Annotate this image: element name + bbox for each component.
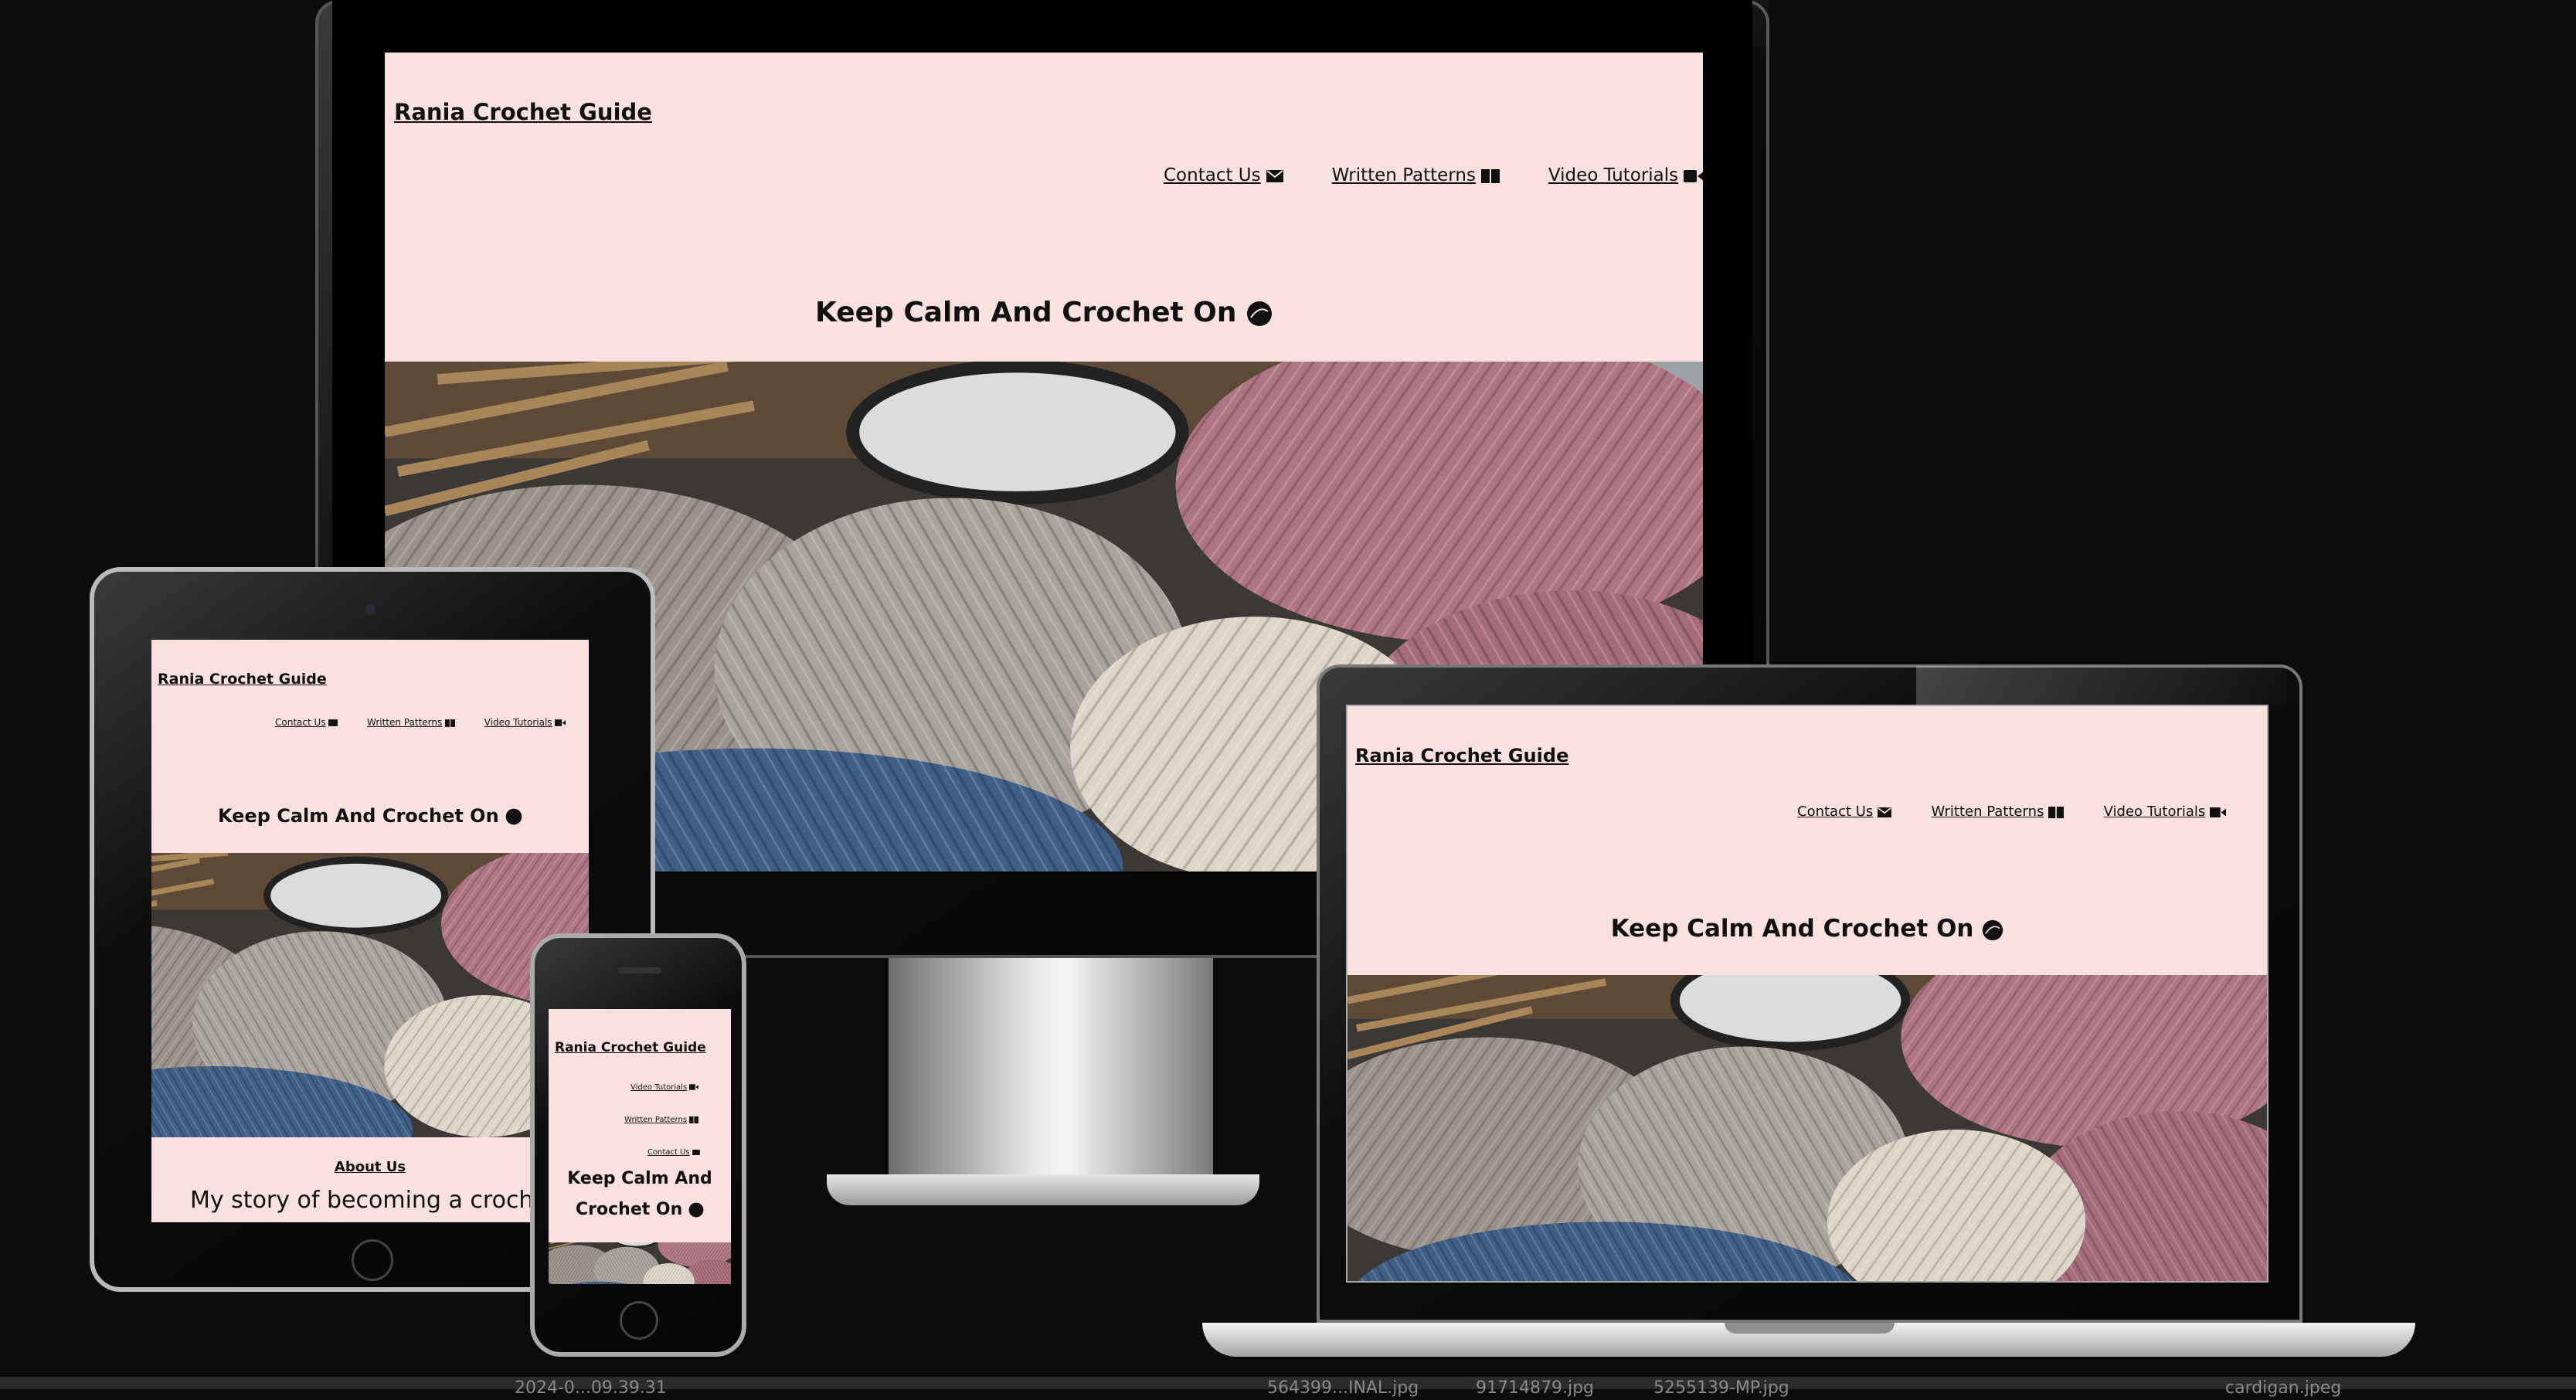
file-item[interactable]: 91714879.jpg	[1476, 1377, 1594, 1400]
about-text: My story of becoming a croche	[190, 1187, 548, 1214]
hero-title: Keep Calm And Crochet On	[151, 805, 589, 827]
hero-image	[1347, 975, 2267, 1283]
tablet-home-button[interactable]	[352, 1239, 393, 1281]
main-nav: Contact Us Written Patterns Video Tutori…	[1164, 165, 1703, 185]
video-camera-icon	[689, 1084, 699, 1090]
laptop-screen: Rania Crochet Guide Contact Us Written P…	[1346, 705, 2268, 1283]
main-nav: Contact Us Written Patterns Video Tutori…	[1797, 804, 2227, 820]
monitor-stand	[889, 958, 1213, 1190]
nav-contact-us[interactable]: Contact Us	[647, 1148, 700, 1157]
book-icon	[445, 719, 456, 727]
nav-video-tutorials[interactable]: Video Tutorials	[1548, 165, 1678, 185]
nav-written-patterns[interactable]: Written Patterns	[624, 1116, 699, 1124]
envelope-icon	[1878, 807, 1891, 817]
hero-title: Keep Calm And Crochet On	[385, 297, 1703, 328]
phone-speaker	[618, 967, 661, 974]
file-item[interactable]: 5255139-MP.jpg	[1653, 1377, 1789, 1400]
yarn-ball-icon	[1983, 919, 2003, 940]
nav-written-patterns[interactable]: Written Patterns	[367, 717, 442, 728]
brand-logo[interactable]: Rania Crochet Guide	[555, 1040, 706, 1055]
tablet-camera	[365, 604, 376, 615]
file-strip: 2024-0...09.39.31 564399...INAL.jpg 9171…	[0, 1377, 2576, 1398]
hero-title: Keep Calm And Crochet On	[567, 1169, 712, 1219]
nav-written-patterns[interactable]: Written Patterns	[1332, 165, 1476, 185]
hero-title: Keep Calm And Crochet On	[1347, 915, 2267, 943]
hero-image	[151, 853, 589, 1137]
envelope-icon	[692, 1149, 700, 1155]
nav-video-tutorials[interactable]: Video Tutorials	[484, 717, 552, 728]
book-icon	[689, 1116, 699, 1123]
nav-contact-us[interactable]: Contact Us	[1797, 804, 1873, 820]
brand-logo[interactable]: Rania Crochet Guide	[1355, 745, 1568, 766]
nav-contact-us[interactable]: Contact Us	[1164, 165, 1261, 185]
file-item[interactable]: cardigan.jpeg	[2225, 1377, 2341, 1400]
envelope-icon	[328, 719, 338, 726]
file-item[interactable]: 2024-0...09.39.31	[515, 1377, 667, 1400]
phone-screen: Rania Crochet Guide Video Tutorials Writ…	[549, 1009, 731, 1284]
about-heading: About Us	[334, 1159, 406, 1175]
envelope-icon	[1266, 169, 1283, 182]
video-camera-icon	[2210, 807, 2227, 817]
video-camera-icon	[1684, 169, 1703, 182]
hero-image	[549, 1242, 731, 1284]
yarn-ball-icon	[505, 808, 522, 825]
main-nav: Contact Us Written Patterns Video Tutori…	[275, 717, 566, 728]
nav-written-patterns[interactable]: Written Patterns	[1932, 804, 2044, 820]
phone-home-button[interactable]	[620, 1301, 658, 1340]
tablet-screen: Rania Crochet Guide Contact Us Written P…	[151, 640, 589, 1222]
nav-video-tutorials[interactable]: Video Tutorials	[630, 1083, 699, 1092]
book-icon	[2048, 806, 2065, 818]
video-camera-icon	[555, 719, 566, 726]
file-item[interactable]: 564399...INAL.jpg	[1267, 1377, 1419, 1400]
yarn-ball-icon	[688, 1202, 704, 1218]
book-icon	[1481, 168, 1500, 183]
nav-contact-us[interactable]: Contact Us	[275, 717, 326, 728]
brand-logo[interactable]: Rania Crochet Guide	[158, 671, 327, 688]
yarn-ball-icon	[1247, 301, 1273, 326]
brand-logo[interactable]: Rania Crochet Guide	[394, 99, 652, 125]
nav-video-tutorials[interactable]: Video Tutorials	[2104, 804, 2206, 820]
